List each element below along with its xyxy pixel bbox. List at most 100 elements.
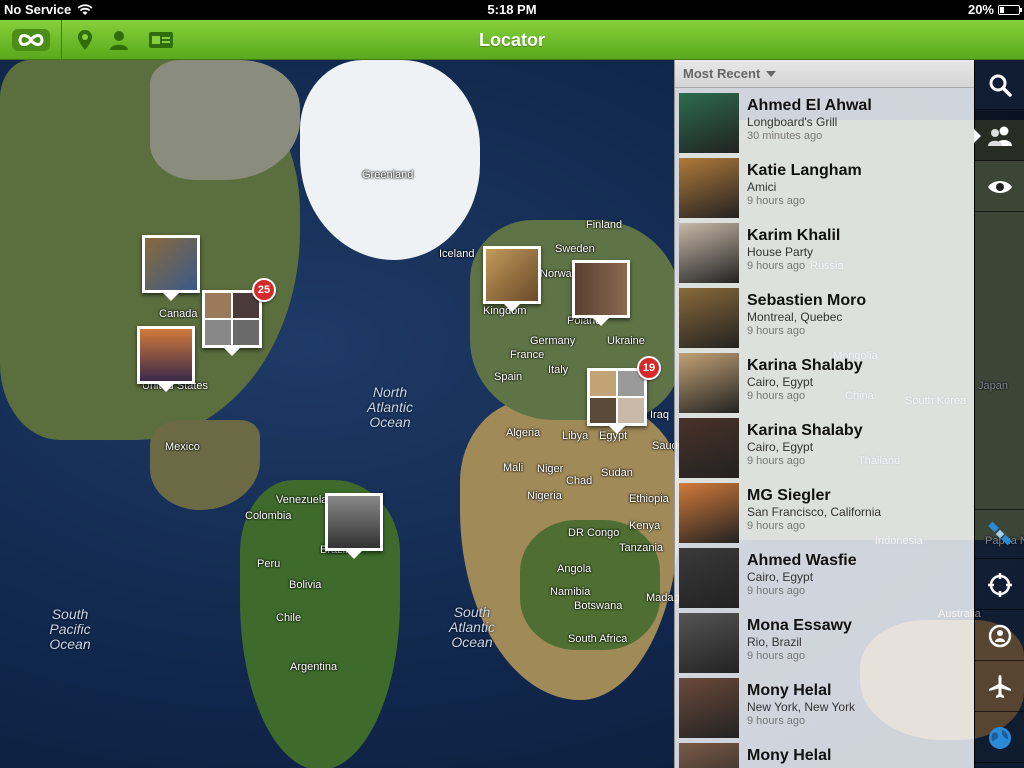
- globe-button[interactable]: [975, 713, 1024, 763]
- list-item[interactable]: Mony Helal: [675, 738, 974, 768]
- locate-me-button[interactable]: [975, 560, 1024, 610]
- checkin-time: 9 hours ago: [747, 260, 806, 272]
- people-icon: [988, 126, 1012, 146]
- map-pin-canada[interactable]: [142, 235, 200, 301]
- map-label: Ukraine: [607, 335, 645, 347]
- map-label: Greenland: [362, 169, 414, 181]
- people-button[interactable]: [974, 111, 1024, 161]
- list-item[interactable]: Sebastien Moro Montreal, Quebec 9 hours ag…: [675, 283, 974, 348]
- list-item-info: Karim Khalil House Party 9 hours ago: [747, 223, 840, 273]
- map-label: Iceland: [439, 248, 475, 260]
- crosshair-icon: [988, 572, 1012, 597]
- map-label: Mali: [503, 462, 524, 474]
- map-pin-united-kingdom[interactable]: [483, 246, 541, 312]
- list-item[interactable]: Karina Shalaby Cairo, Egypt 9 hours ago: [675, 348, 974, 413]
- list-item[interactable]: Karim Khalil House Party 9 hours ago: [675, 218, 974, 283]
- right-rail: [974, 60, 1024, 768]
- friend-location: New York, New York: [747, 700, 856, 714]
- land-greenland: [300, 60, 480, 260]
- person-circle-icon: [988, 624, 1012, 647]
- satellite-button[interactable]: [975, 509, 1024, 559]
- checkin-time: 9 hours ago: [747, 520, 806, 532]
- list-item-info: Karina Shalaby Cairo, Egypt 9 hours ago: [747, 418, 863, 468]
- map-label: Canada: [159, 308, 198, 320]
- map-label: Germany: [530, 335, 576, 347]
- friend-photo: [233, 320, 259, 345]
- map-pin-button[interactable]: [72, 28, 98, 52]
- friend-photo: [618, 398, 644, 423]
- checkins-button[interactable]: [148, 28, 174, 52]
- status-bar: No Service 5:18 PM 20%: [0, 0, 1024, 20]
- map-label: Peru: [257, 558, 281, 570]
- friend-name: Sebastien Moro: [747, 292, 867, 309]
- avatar: [679, 158, 739, 218]
- eye-icon: [988, 180, 1012, 193]
- list-item[interactable]: Mony Helal New York, New York 9 hours ago: [675, 673, 974, 738]
- friend-location: Cairo, Egypt: [747, 375, 814, 389]
- clock: 5:18 PM: [487, 2, 537, 17]
- friend-name: Ahmed Wasfie: [747, 552, 857, 569]
- map-label: Spain: [494, 371, 523, 383]
- friend-location: San Francisco, California: [747, 505, 882, 519]
- map-label: Tanzania: [619, 542, 664, 554]
- infinity-logo-icon: [11, 29, 50, 51]
- friend-name: Katie Langham: [747, 162, 862, 179]
- map-pin-poland[interactable]: [572, 260, 630, 326]
- map-label: Sweden: [555, 243, 595, 255]
- map-cluster-east-us[interactable]: 25: [202, 278, 276, 356]
- avatar: [679, 288, 739, 348]
- map-cluster-egypt[interactable]: 19: [587, 356, 661, 434]
- map-label: Italy: [548, 364, 569, 376]
- checkin-time: 9 hours ago: [747, 585, 806, 597]
- map-pin-united-states[interactable]: [137, 326, 195, 392]
- land-central-america: [150, 420, 260, 510]
- friend-photo: [140, 329, 192, 381]
- avatar: [679, 483, 739, 543]
- active-indicator: [974, 129, 981, 143]
- search-button[interactable]: [975, 60, 1024, 110]
- friend-photo: [590, 371, 616, 396]
- search-icon: [989, 74, 1012, 97]
- profile-button[interactable]: [106, 28, 132, 52]
- map-label: Bolivia: [289, 579, 322, 591]
- map-label: Finland: [586, 219, 623, 231]
- list-item[interactable]: Katie Langham Amici 9 hours ago: [675, 153, 974, 218]
- list-item[interactable]: Mona Essawy Rio, Brazil 9 hours ago: [675, 608, 974, 673]
- land-arctic-islands: [150, 60, 300, 180]
- list-item[interactable]: MG Siegler San Francisco, California 9 hou…: [675, 478, 974, 543]
- checkin-time: 9 hours ago: [747, 325, 806, 337]
- map-label: DR Congo: [568, 527, 620, 539]
- map-label: Sudan: [601, 467, 633, 479]
- sort-dropdown[interactable]: Most Recent: [675, 60, 974, 88]
- id-card-icon: [149, 32, 173, 48]
- avatar: [679, 678, 739, 738]
- list-item[interactable]: Ahmed El Ahwal Longboard's Grill 30 minute…: [675, 88, 974, 153]
- profile-locate-button[interactable]: [975, 611, 1024, 661]
- checkin-time: 9 hours ago: [747, 650, 806, 662]
- list-item[interactable]: Ahmed Wasfie Cairo, Egypt 9 hours ago: [675, 543, 974, 608]
- list-item-info: Karina Shalaby Cairo, Egypt 9 hours ago: [747, 353, 863, 403]
- list-item[interactable]: Karina Shalaby Cairo, Egypt 9 hours ago: [675, 413, 974, 478]
- globe-icon: [989, 726, 1011, 749]
- ocean-label-north-atlantic: North Atlantic Ocean: [367, 384, 413, 430]
- friend-location: Longboard's Grill: [747, 115, 838, 129]
- friend-name: MG Siegler: [747, 487, 831, 504]
- toolbar: Locator: [0, 20, 1024, 60]
- map-label: Mexico: [165, 441, 200, 453]
- list-item-info: Sebastien Moro Montreal, Quebec 9 hours ag…: [747, 288, 866, 338]
- map-label: Ethiopia: [629, 493, 669, 505]
- avatar: [679, 353, 739, 413]
- eye-button[interactable]: [975, 162, 1024, 212]
- map-pin-icon: [78, 30, 92, 50]
- avatar: [679, 93, 739, 153]
- map-label: Botswana: [574, 600, 623, 612]
- avatar: [679, 223, 739, 283]
- list-item-info: Mony Helal New York, New York 9 hours ago: [747, 678, 855, 728]
- map-pin-brazil[interactable]: [325, 493, 383, 559]
- flight-button[interactable]: [975, 662, 1024, 712]
- app-logo-button[interactable]: [0, 20, 62, 60]
- map-label: Venezuela: [276, 494, 328, 506]
- list-item-info: Mony Helal: [747, 743, 831, 765]
- friend-name: Karina Shalaby: [747, 357, 863, 374]
- ocean-label-south-atlantic: South Atlantic Ocean: [449, 604, 495, 650]
